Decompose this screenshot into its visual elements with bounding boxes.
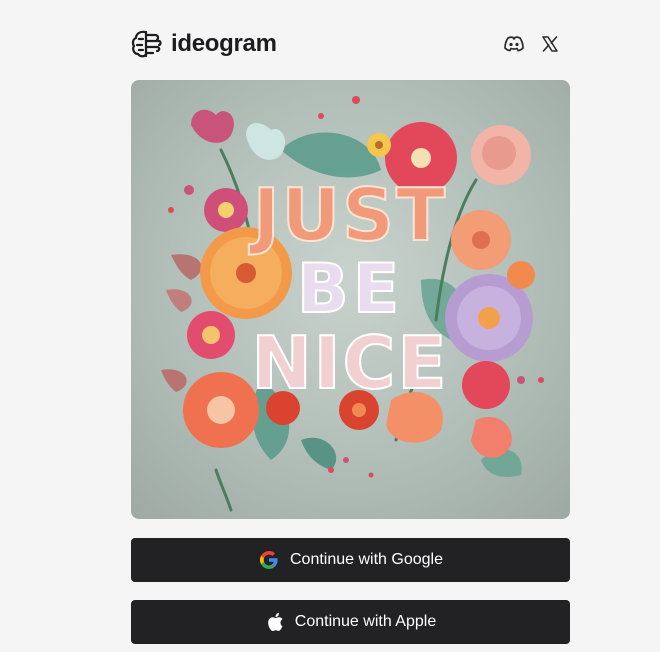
brand-name: ideogram xyxy=(171,30,277,57)
artwork-text-just: JUST xyxy=(248,173,447,257)
artwork-text-be: BE xyxy=(297,250,403,329)
header: ideogram xyxy=(131,24,571,64)
ideogram-brain-icon xyxy=(131,29,163,59)
google-icon xyxy=(258,549,280,571)
artwork-text-nice: NICE xyxy=(251,321,448,405)
google-button-label: Continue with Google xyxy=(290,551,443,568)
hero-artwork: JUST BE NICE xyxy=(131,80,570,519)
login-page: ideogram JUST BE NICE Continue with Goog… xyxy=(0,0,660,652)
brand-home-link[interactable]: ideogram xyxy=(131,29,277,59)
x-icon[interactable] xyxy=(539,33,561,55)
apple-button-label: Continue with Apple xyxy=(294,613,437,630)
continue-with-apple-button[interactable]: Continue with Apple xyxy=(131,600,570,644)
apple-icon xyxy=(265,611,285,633)
discord-icon[interactable] xyxy=(503,33,525,55)
social-links xyxy=(503,33,571,55)
continue-with-google-button[interactable]: Continue with Google xyxy=(131,538,570,582)
